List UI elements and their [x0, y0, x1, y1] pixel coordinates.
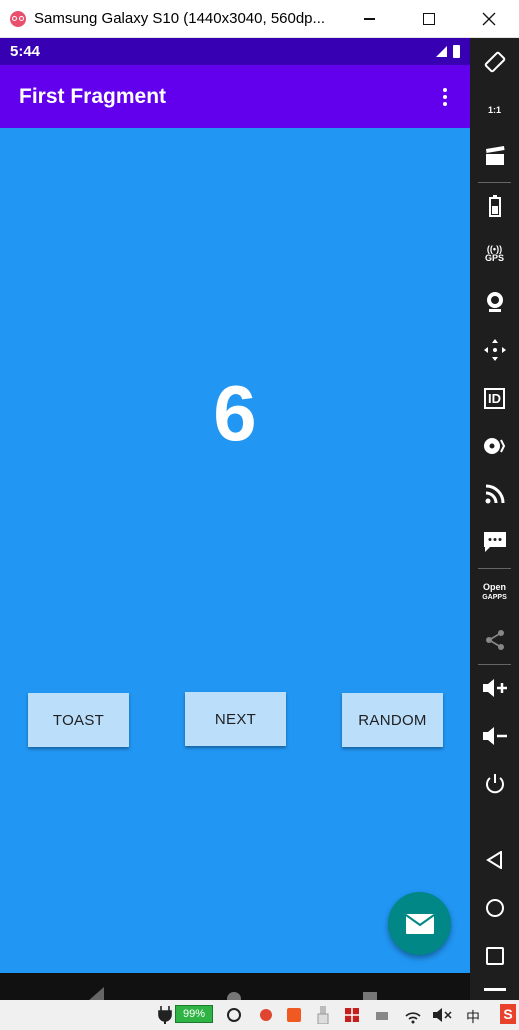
signal-icon — [436, 46, 447, 57]
device-screen: 5:44 First Fragment 6 TOAST NEXT RANDOM — [0, 38, 470, 973]
usb-icon[interactable] — [316, 1006, 330, 1024]
battery-icon — [488, 195, 501, 217]
toast-button[interactable]: TOAST — [28, 693, 129, 747]
maximize-button[interactable] — [406, 0, 452, 38]
close-icon — [482, 12, 496, 26]
mute-icon[interactable] — [432, 1006, 452, 1024]
window-title: Samsung Galaxy S10 (1440x3040, 560dp... — [34, 10, 326, 27]
app-bar: First Fragment — [0, 65, 470, 128]
ratio-icon: 1:1 — [487, 104, 501, 115]
battery-widget-button[interactable] — [470, 186, 519, 226]
back-icon — [485, 851, 502, 869]
status-bar: 5:44 — [0, 38, 470, 65]
home-button[interactable] — [470, 888, 519, 928]
emulator-toolbar: 1:1 ((•)) GPS ID Open GAPPS — [470, 38, 519, 1000]
sync-icon[interactable] — [226, 1006, 242, 1024]
camera-widget-button[interactable] — [470, 282, 519, 322]
nav-back-icon[interactable] — [88, 987, 108, 1001]
status-icons — [436, 45, 460, 58]
webcam-icon — [486, 292, 503, 312]
back-button[interactable] — [470, 840, 519, 880]
move-icon — [483, 339, 506, 361]
volume-up-button[interactable] — [470, 668, 519, 708]
disc-icon — [483, 438, 505, 454]
power-plug-icon — [158, 1006, 172, 1024]
recent-apps-button[interactable] — [470, 936, 519, 976]
tray-app-icon[interactable] — [258, 1006, 274, 1024]
capture-button[interactable] — [470, 136, 519, 176]
power-icon — [485, 774, 504, 794]
menu-icon — [483, 987, 506, 991]
pixel-ratio-button[interactable]: 1:1 — [470, 90, 519, 130]
menu-button[interactable] — [470, 978, 519, 1000]
tray-app-orange-icon[interactable] — [286, 1006, 302, 1024]
rotate-icon — [484, 51, 505, 73]
wifi-icon[interactable] — [404, 1006, 422, 1024]
genymotion-icon — [10, 10, 26, 27]
open-gapps-button[interactable]: Open GAPPS — [470, 572, 519, 612]
minimize-icon — [363, 18, 375, 20]
rotate-button[interactable] — [470, 42, 519, 82]
plug-tray-icon[interactable] — [374, 1006, 390, 1024]
close-button[interactable] — [466, 0, 512, 38]
dpad-button[interactable] — [470, 330, 519, 370]
mail-icon — [404, 913, 435, 934]
rss-icon — [485, 484, 504, 504]
navigation-bar — [0, 973, 470, 1003]
battery-percent[interactable]: 99% — [175, 1005, 213, 1023]
random-button[interactable]: RANDOM — [342, 693, 443, 747]
email-fab[interactable] — [388, 892, 451, 955]
counter-text: 6 — [213, 369, 257, 457]
id-icon: ID — [484, 387, 505, 409]
recents-icon — [485, 947, 504, 965]
ime-indicator[interactable]: 中 — [466, 1007, 480, 1027]
gps-widget-button[interactable]: ((•)) GPS — [470, 234, 519, 274]
network-button[interactable] — [470, 474, 519, 514]
volume-down-button[interactable] — [470, 716, 519, 756]
device-id-button[interactable]: ID — [470, 378, 519, 418]
battery-icon — [453, 45, 460, 58]
message-icon — [483, 532, 506, 552]
power-button[interactable] — [470, 764, 519, 804]
app-bar-title: First Fragment — [19, 84, 167, 108]
status-time: 5:44 — [10, 43, 41, 60]
open-gapps-icon: Open GAPPS — [482, 581, 507, 601]
windows-taskbar: 99% 中 S — [0, 1000, 519, 1030]
share-icon — [485, 630, 504, 650]
media-button[interactable] — [470, 426, 519, 466]
gps-icon: ((•)) GPS — [484, 244, 504, 263]
share-button[interactable] — [470, 620, 519, 660]
volume-up-icon — [482, 679, 507, 697]
next-button[interactable]: NEXT — [185, 692, 286, 746]
minimize-button[interactable] — [346, 0, 392, 38]
clapperboard-icon — [485, 146, 504, 165]
home-icon — [485, 899, 504, 917]
overflow-menu-icon[interactable] — [440, 87, 450, 106]
volume-down-icon — [482, 727, 507, 745]
window-titlebar: Samsung Galaxy S10 (1440x3040, 560dp... — [0, 0, 519, 38]
maximize-icon — [423, 13, 435, 25]
security-shield-icon[interactable] — [344, 1006, 360, 1024]
sogou-icon[interactable]: S — [500, 1004, 516, 1024]
sms-button[interactable] — [470, 522, 519, 562]
